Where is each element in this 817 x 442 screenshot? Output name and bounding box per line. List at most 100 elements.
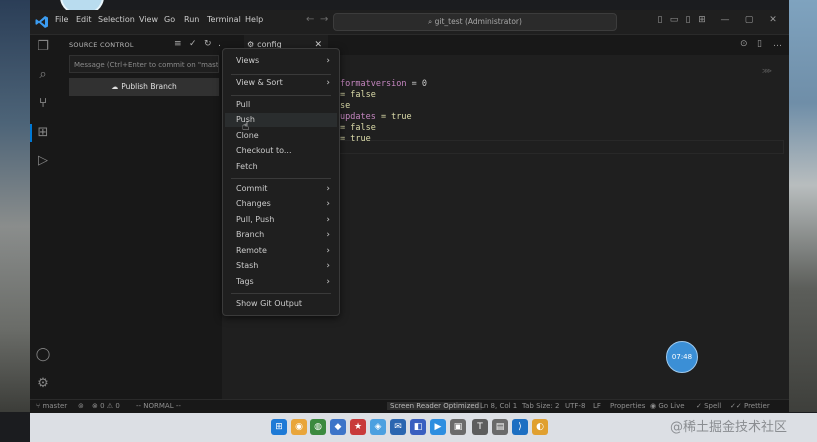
forward-arrow-icon[interactable]: → [320,14,328,25]
code-line: = true [340,134,371,144]
settings-gear-icon[interactable]: ⚙ [35,376,51,392]
editor-more-icon[interactable]: … [773,39,782,49]
vscode-taskbar-icon[interactable]: ⟩ [512,419,528,435]
source-control-sidebar: SOURCE CONTROL ≡ ✓ ↻ … Message (Ctrl+Ent… [56,35,227,399]
menu-run[interactable]: Run [184,15,199,24]
double-check-icon: ✓✓ [730,402,744,410]
view-as-list-icon[interactable]: ≡ [174,39,182,49]
language-mode[interactable]: Properties [610,402,645,410]
toggle-panel-icon[interactable]: ▭ [669,15,679,25]
menu-help[interactable]: Help [245,15,263,24]
app-icon[interactable]: ▶ [430,419,446,435]
commit-check-icon[interactable]: ✓ [189,39,197,49]
run-debug-icon[interactable]: ▷ [35,153,51,169]
spell-check[interactable]: ✓ Spell [696,402,721,410]
extensions-icon[interactable]: ⊞ [35,125,51,141]
chevron-right-icon: › [326,261,330,271]
app-icon[interactable]: ▣ [450,419,466,435]
open-changes-icon[interactable]: ⊙ [740,39,748,49]
recording-timer-bubble[interactable]: 07:48 [666,341,698,373]
publish-branch-button[interactable]: ☁ Publish Branch [69,78,219,96]
chrome-icon[interactable]: ◉ [291,419,307,435]
menu-item-views[interactable]: Views › [225,54,337,68]
sidebar-title: SOURCE CONTROL [69,41,134,49]
commit-message-input[interactable]: Message (Ctrl+Enter to commit on "master… [69,55,219,73]
app-icon[interactable]: ◈ [370,419,386,435]
menu-terminal[interactable]: Terminal [207,15,241,24]
menu-go[interactable]: Go [164,15,175,24]
check-icon: ✓ [696,402,705,410]
status-bar: ⑂ master ⊚ ⊗ 0 ⚠ 0 -- NORMAL -- Screen R… [30,399,789,414]
mail-icon[interactable]: ✉ [390,419,406,435]
branch-status[interactable]: ⑂ master [36,402,67,410]
source-control-icon[interactable]: ⑂ [35,96,51,112]
toggle-sidebar-icon[interactable]: ▯ [655,15,665,25]
menu-view[interactable]: View [139,15,158,24]
menu-item-branch[interactable]: Branch › [225,228,337,242]
menu-item-view-sort[interactable]: View & Sort › [225,76,337,90]
app-icon[interactable]: ★ [350,419,366,435]
terminal-icon[interactable]: ▤ [492,419,508,435]
app-icon[interactable]: ◧ [410,419,426,435]
go-live[interactable]: ◉ Go Live [650,402,685,410]
text-editor-icon[interactable]: T [472,419,488,435]
menu-item-tags[interactable]: Tags › [225,275,337,289]
workspace-title: git_test (Administrator) [434,17,522,26]
menu-separator [231,178,331,179]
app-icon[interactable]: ◆ [330,419,346,435]
tab-size[interactable]: Tab Size: 2 [522,402,559,410]
menu-selection[interactable]: Selection [98,15,135,24]
app-icon[interactable]: ◐ [532,419,548,435]
sync-icon[interactable]: ⊚ [78,402,84,410]
chevron-right-icon: › [326,184,330,194]
screen-reader-status[interactable]: Screen Reader Optimized [387,402,483,410]
explorer-icon[interactable]: ❐ [35,39,51,55]
menu-item-stash[interactable]: Stash › [225,259,337,273]
close-window-icon[interactable]: ✕ [768,15,778,25]
menu-item-pull-push[interactable]: Pull, Push › [225,213,337,227]
menu-item-fetch[interactable]: Fetch [225,160,337,174]
back-arrow-icon[interactable]: ← [306,14,314,25]
menu-item-remote[interactable]: Remote › [225,244,337,258]
toggle-secondary-sidebar-icon[interactable]: ▯ [683,15,693,25]
code-line: = false [340,123,376,133]
chevron-right-icon: › [326,56,330,66]
cloud-upload-icon: ☁ [111,83,119,91]
chevron-right-icon: › [326,230,330,240]
minimize-icon[interactable]: — [720,15,730,25]
chevron-right-icon: › [326,78,330,88]
menu-separator [231,95,331,96]
code-line: updates = true [340,112,412,122]
encoding[interactable]: UTF-8 [565,402,585,410]
prettier[interactable]: ✓✓ Prettier [730,402,770,410]
desktop-background-left [0,0,30,412]
menu-item-commit[interactable]: Commit › [225,182,337,196]
start-icon[interactable]: ⊞ [271,419,287,435]
menu-edit[interactable]: Edit [76,15,92,24]
menu-item-show-git-output[interactable]: Show Git Output [225,297,337,311]
search-activity-icon[interactable]: ⌕ [35,67,51,83]
end-of-line[interactable]: LF [593,402,601,410]
menu-file[interactable]: File [55,15,68,24]
problems-status[interactable]: ⊗ 0 ⚠ 0 [92,402,120,410]
vim-mode: -- NORMAL -- [136,402,181,410]
menu-item-checkout[interactable]: Checkout to... [225,144,337,158]
accounts-icon[interactable]: ◯ [35,347,51,363]
watermark: @稀土掘金技术社区 [670,420,788,435]
activity-bar: ❐ ⌕ ⑂ ⊞ ▷ ◯ ⚙ [30,35,56,399]
code-line: = false [340,90,376,100]
menu-separator [231,293,331,294]
cursor-position[interactable]: Ln 8, Col 1 [480,402,517,410]
title-bar: File Edit Selection View Go Run Terminal… [30,10,789,35]
chevron-right-icon: › [326,277,330,287]
refresh-icon[interactable]: ↻ [204,39,212,49]
maximize-icon[interactable]: ▢ [744,15,754,25]
active-indicator [30,124,32,142]
menu-item-changes[interactable]: Changes › [225,197,337,211]
layout-icon[interactable]: ⊞ [697,15,707,25]
menu-item-pull[interactable]: Pull [225,98,337,112]
split-editor-icon[interactable]: ▯ [757,39,762,49]
wechat-icon[interactable]: ◍ [310,419,326,435]
chevron-right-icon: › [326,246,330,256]
command-center-search[interactable]: ⌕ git_test (Administrator) [333,13,617,31]
